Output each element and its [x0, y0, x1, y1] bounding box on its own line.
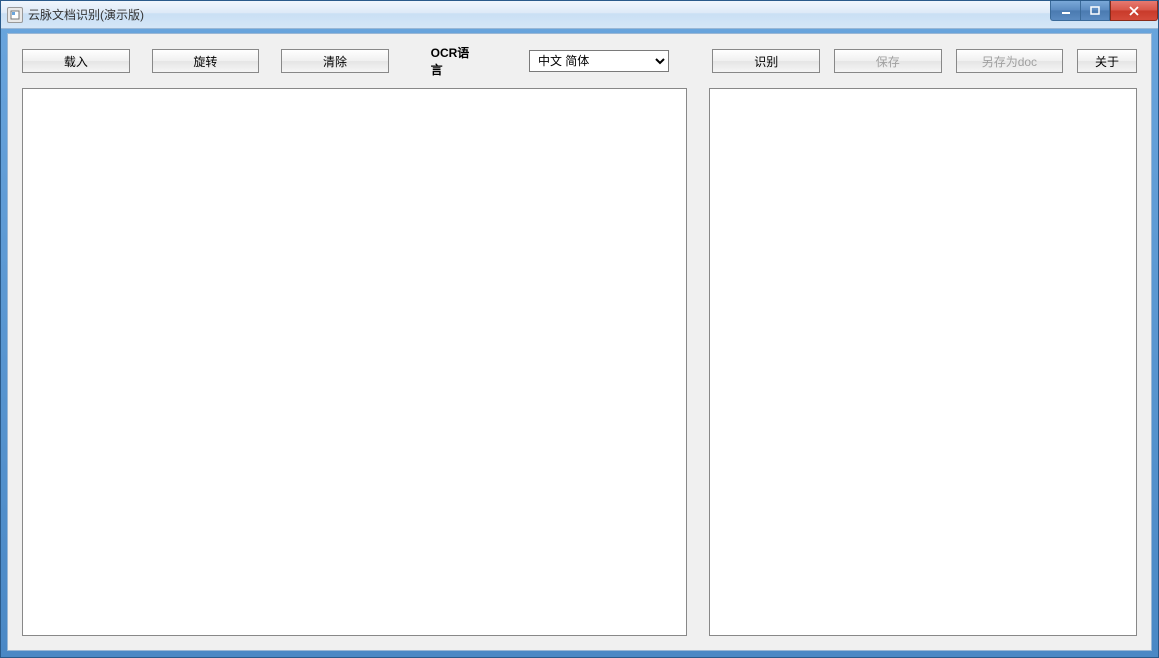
about-button[interactable]: 关于 — [1077, 49, 1137, 73]
panes — [22, 88, 1137, 636]
rotate-button[interactable]: 旋转 — [152, 49, 260, 73]
image-preview-pane — [22, 88, 687, 636]
ocr-language-label: OCR语言 — [431, 44, 482, 78]
text-output[interactable] — [709, 88, 1137, 636]
maximize-button[interactable] — [1080, 1, 1110, 21]
toolbar: 载入 旋转 清除 OCR语言 中文 简体 识别 保存 另存为doc 关于 — [22, 48, 1137, 74]
close-button[interactable] — [1110, 1, 1158, 21]
app-window: 云脉文档识别(演示版) 载入 旋转 清除 OCR语言 中文 简体 — [0, 0, 1159, 658]
clear-button[interactable]: 清除 — [281, 49, 389, 73]
text-output-wrapper — [709, 88, 1137, 636]
window-controls — [1050, 1, 1158, 21]
ocr-language-select[interactable]: 中文 简体 — [529, 50, 669, 72]
recognize-button[interactable]: 识别 — [712, 49, 820, 73]
maximize-icon — [1090, 6, 1100, 16]
close-icon — [1128, 6, 1140, 16]
minimize-button[interactable] — [1050, 1, 1080, 21]
minimize-icon — [1061, 6, 1071, 16]
save-button[interactable]: 保存 — [834, 49, 942, 73]
client-area: 载入 旋转 清除 OCR语言 中文 简体 识别 保存 另存为doc 关于 — [7, 33, 1152, 651]
save-as-doc-button[interactable]: 另存为doc — [956, 49, 1064, 73]
app-icon — [7, 7, 23, 23]
load-button[interactable]: 载入 — [22, 49, 130, 73]
window-title: 云脉文档识别(演示版) — [28, 6, 144, 23]
titlebar[interactable]: 云脉文档识别(演示版) — [1, 1, 1158, 29]
